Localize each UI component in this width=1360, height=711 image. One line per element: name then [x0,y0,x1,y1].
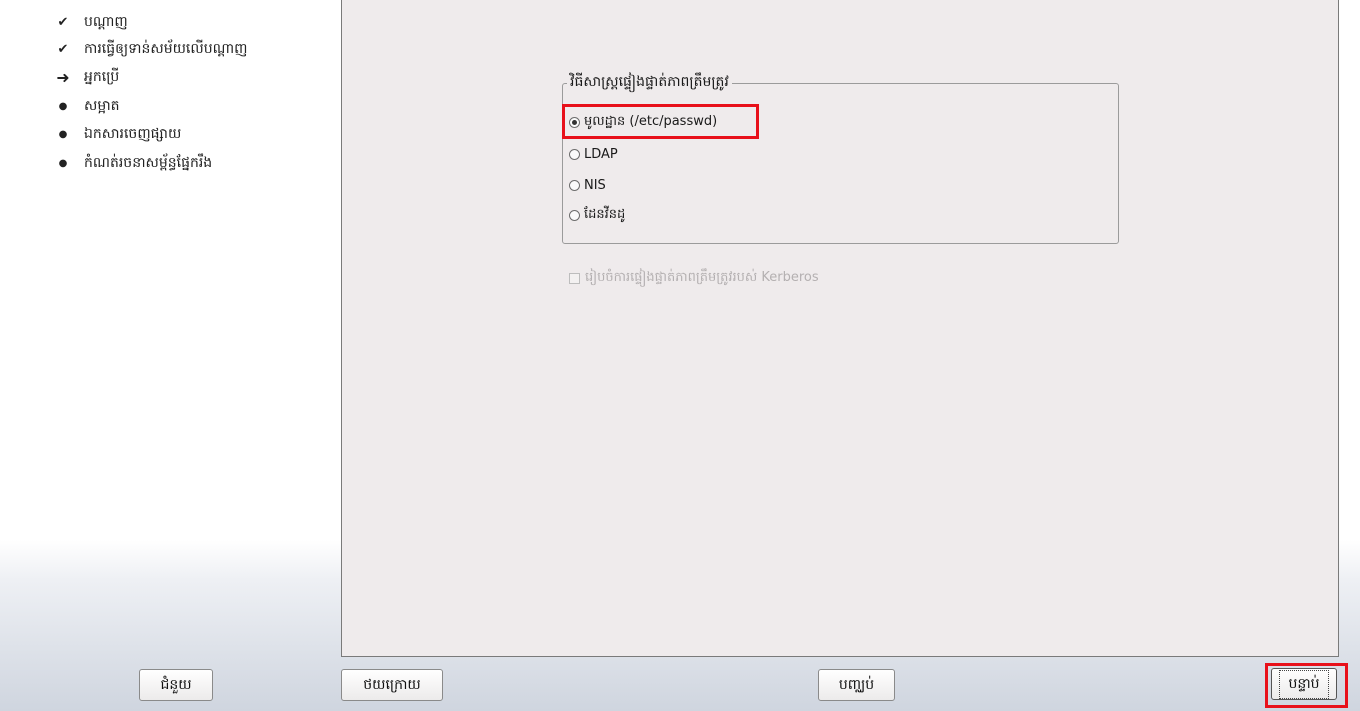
radio-unchecked-icon[interactable] [569,148,580,160]
bullet-icon: ● [58,100,68,112]
step-release-notes: ● ឯកសារចេញផ្សាយ [52,122,182,146]
step-label: ឯកសារចេញផ្សាយ [84,125,182,142]
selection-highlight [562,104,759,139]
step-label: សម្អាត [84,97,120,114]
radio-ldap-label[interactable]: LDAP [584,147,618,162]
radio-unchecked-icon[interactable] [569,209,580,221]
installer-window: ✔ បណ្ដាញ ✔ ការធ្វើឲ្យទាន់សម័យលើបណ្ដាញ ➜ … [0,0,1360,711]
help-button-label[interactable]: ជំនួយ [160,675,191,696]
step-label: កំណត់រចនាសម្ព័ន្ធផ្នែករឹង [84,154,213,171]
kerberos-checkbox: រៀបចំការផ្ទៀងផ្ទាត់ភាពត្រឹមត្រូវរបស់ Ker… [569,268,819,288]
help-button[interactable]: ជំនួយ [139,669,213,701]
checkmark-icon: ✔ [57,14,69,30]
bullet-icon: ● [58,157,68,169]
cancel-button-label[interactable]: បញ្ឈប់ [839,675,874,696]
step-users: ➜ អ្នកប្រើ [52,65,119,89]
radio-ldap[interactable]: LDAP [569,142,618,166]
arrow-right-icon: ➜ [56,67,70,87]
content-panel: វិធីសាស្ត្រផ្ទៀងផ្ទាត់ភាពត្រឹមត្រូវ មូលដ… [341,0,1339,657]
checkbox-icon [569,272,580,284]
step-label: អ្នកប្រើ [84,68,120,85]
step-label: ការធ្វើឲ្យទាន់សម័យលើបណ្ដាញ [84,40,248,57]
step-network: ✔ បណ្ដាញ [52,10,128,34]
back-button-label[interactable]: ថយក្រោយ [363,675,421,696]
radio-nis[interactable]: NIS [569,173,606,197]
step-label: បណ្ដាញ [84,13,128,30]
back-button[interactable]: ថយក្រោយ [341,669,443,701]
bullet-icon: ● [58,128,68,140]
checkmark-icon: ✔ [57,41,69,57]
cancel-button[interactable]: បញ្ឈប់ [818,669,895,701]
steps-sidebar: ✔ បណ្ដាញ ✔ ការធ្វើឲ្យទាន់សម័យលើបណ្ដាញ ➜ … [0,0,340,650]
radio-windows-domain[interactable]: ដែនវីនដូ [569,203,625,227]
step-cleanup: ● សម្អាត [52,94,120,118]
step-hardware-config: ● កំណត់រចនាសម្ព័ន្ធផ្នែករឹង [52,151,213,175]
next-button-highlight [1265,663,1348,708]
step-online-update: ✔ ការធ្វើឲ្យទាន់សម័យលើបណ្ដាញ [52,37,248,61]
kerberos-label: រៀបចំការផ្ទៀងផ្ទាត់ភាពត្រឹមត្រូវរបស់ Ker… [585,269,819,285]
radio-unchecked-icon[interactable] [569,179,580,191]
radio-nis-label[interactable]: NIS [584,178,606,193]
radio-windows-domain-label[interactable]: ដែនវីនដូ [584,206,625,225]
auth-method-group-title: វិធីសាស្ត្រផ្ទៀងផ្ទាត់ភាពត្រឹមត្រូវ [567,72,732,93]
